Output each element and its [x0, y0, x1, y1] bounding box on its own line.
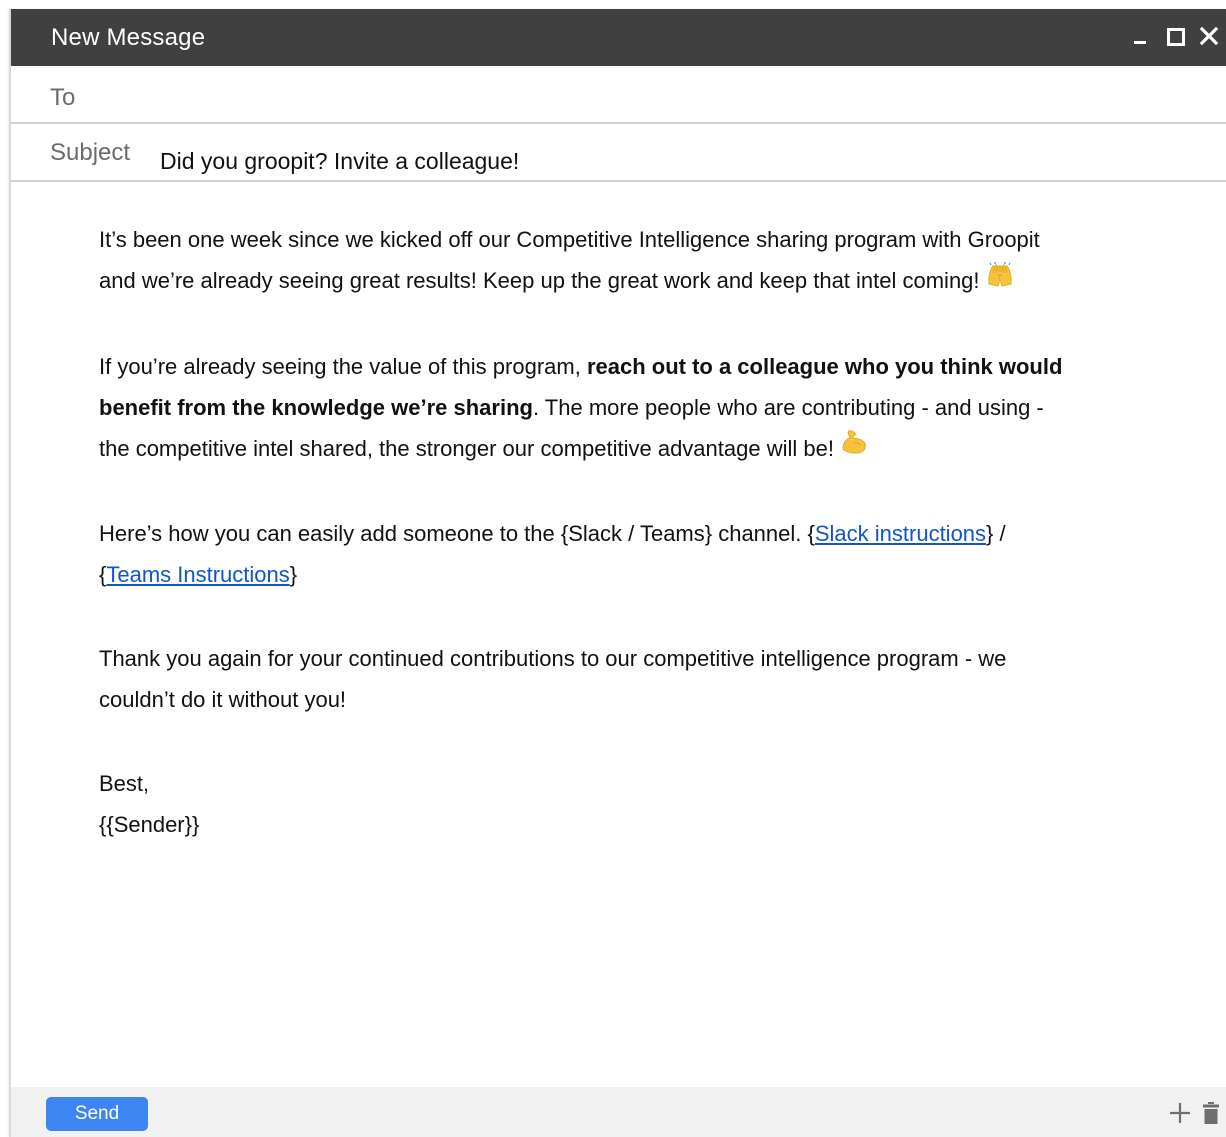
close-icon[interactable] [1198, 25, 1220, 47]
message-body[interactable]: It’s been one week since we kicked off o… [99, 219, 1079, 845]
title-bar: New Message [11, 9, 1226, 66]
closing-text: Best, [99, 771, 150, 797]
to-row: To [11, 66, 1226, 124]
minimize-icon[interactable] [1130, 25, 1152, 47]
signature-block: Best, {{Sender}} [99, 763, 1079, 845]
body-paragraph-1-text: It’s been one week since we kicked off o… [99, 227, 1040, 293]
compose-window: New Message To Subject It’s been one wee… [9, 9, 1226, 1137]
slack-instructions-link[interactable]: Slack instructions [815, 521, 986, 546]
maximize-icon[interactable] [1164, 25, 1186, 47]
send-button[interactable]: Send [46, 1097, 148, 1131]
subject-label: Subject [50, 139, 131, 166]
footer-actions [1168, 1101, 1220, 1130]
window-title: New Message [51, 24, 206, 51]
sender-placeholder: {{Sender}} [99, 812, 200, 838]
body-paragraph-3-text-before: Here’s how you can easily add someone to… [99, 521, 815, 547]
window-controls [1130, 21, 1220, 51]
compose-footer: Send [11, 1087, 1226, 1137]
body-paragraph-3: Here’s how you can easily add someone to… [99, 513, 1079, 595]
body-paragraph-4: Thank you again for your continued contr… [99, 638, 1079, 720]
body-paragraph-2: If you’re already seeing the value of th… [99, 346, 1079, 471]
body-paragraph-1: It’s been one week since we kicked off o… [99, 219, 1079, 303]
body-paragraph-4-text: Thank you again for your continued contr… [99, 646, 1007, 713]
to-field[interactable] [111, 82, 1161, 110]
body-paragraph-3-text-after: } [289, 562, 298, 588]
subject-row: Subject [11, 124, 1226, 182]
teams-instructions-link[interactable]: Teams Instructions [106, 562, 289, 587]
plus-icon[interactable] [1168, 1101, 1192, 1130]
subject-field[interactable] [160, 148, 1060, 175]
flexed-biceps-emoji [840, 427, 868, 468]
to-label: To [50, 84, 76, 111]
trash-icon[interactable] [1202, 1101, 1220, 1130]
body-paragraph-2-text-before: If you’re already seeing the value of th… [99, 353, 587, 379]
raising-hands-emoji [986, 260, 1014, 301]
